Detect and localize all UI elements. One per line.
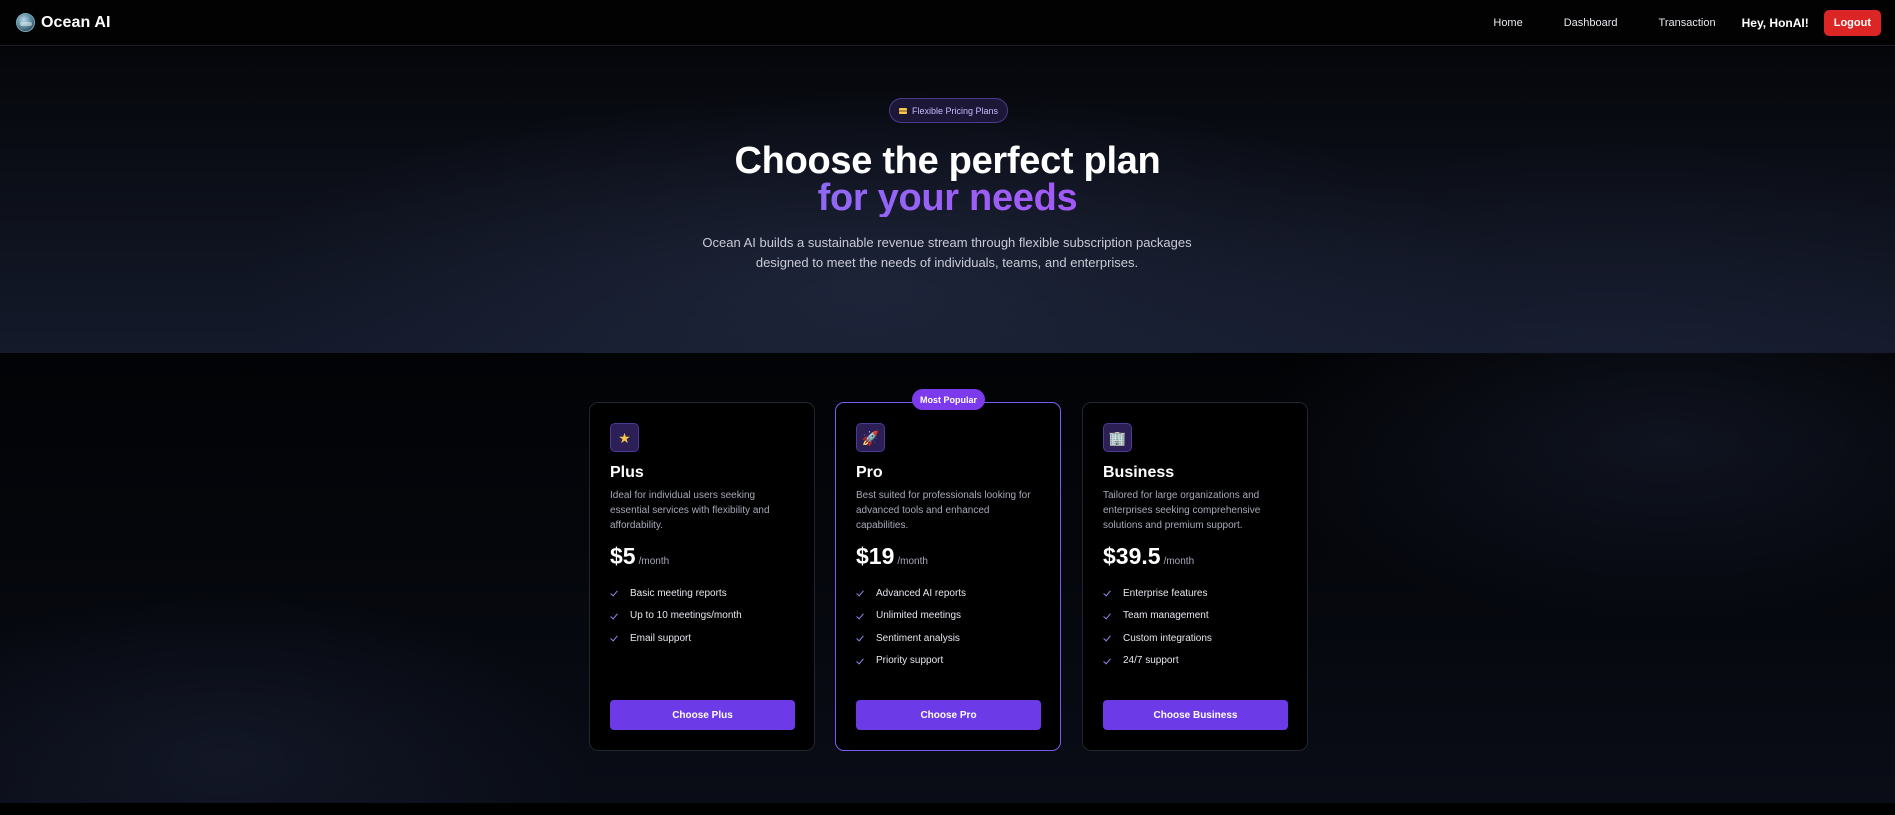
feature-item: Advanced AI reports — [856, 582, 1040, 605]
feature-item: Team management — [1103, 605, 1287, 628]
feature-label: Team management — [1123, 610, 1209, 622]
choose-pro-button[interactable]: Choose Pro — [856, 700, 1041, 730]
pricing-section: ★ Plus Ideal for individual users seekin… — [0, 353, 1895, 803]
hero-title: Choose the perfect plan — [734, 140, 1161, 182]
check-icon — [610, 588, 620, 598]
feature-item: Enterprise features — [1103, 582, 1287, 605]
plan-price: $5 — [610, 543, 636, 569]
feature-item: 24/7 support — [1103, 650, 1287, 673]
plan-card-business: 🏢 Business Tailored for large organizati… — [1082, 402, 1308, 751]
plan-price-row: $5 /month — [610, 543, 794, 570]
office-building-icon: 🏢 — [1103, 423, 1132, 452]
rocket-icon: 🚀 — [856, 423, 885, 452]
feature-label: Enterprise features — [1123, 587, 1208, 599]
most-popular-badge: Most Popular — [912, 389, 985, 410]
feature-label: Sentiment analysis — [876, 632, 960, 644]
nav-link-home[interactable]: Home — [1493, 17, 1522, 29]
page-bottom-strip — [0, 803, 1895, 815]
check-icon — [610, 611, 620, 621]
feature-label: Up to 10 meetings/month — [630, 610, 742, 622]
check-icon — [1103, 588, 1113, 598]
feature-label: Advanced AI reports — [876, 587, 967, 599]
hero-subtitle: Ocean AI builds a sustainable revenue st… — [702, 235, 1192, 270]
credit-card-icon — [898, 107, 907, 114]
feature-item: Custom integrations — [1103, 627, 1287, 650]
nav-menu: Home Dashboard Transaction Hey, HonAI! L… — [1493, 9, 1881, 36]
hero-section: Flexible Pricing Plans Choose the perfec… — [0, 47, 1895, 353]
plan-price: $39.5 — [1103, 543, 1161, 569]
feature-item: Email support — [610, 627, 794, 650]
feature-item: Sentiment analysis — [856, 627, 1040, 650]
plan-description: Tailored for large organizations and ent… — [1103, 490, 1261, 531]
feature-item: Priority support — [856, 650, 1040, 673]
plan-features: Enterprise features Team management Cust… — [1103, 582, 1287, 672]
plan-period: /month — [638, 556, 670, 567]
brand[interactable]: Ocean AI — [16, 13, 111, 32]
check-icon — [610, 633, 620, 643]
plan-name: Pro — [856, 464, 883, 481]
nav-link-dashboard[interactable]: Dashboard — [1564, 17, 1618, 29]
ocean-ai-logo-icon — [16, 13, 35, 32]
feature-label: Email support — [630, 632, 692, 644]
brand-name: Ocean AI — [41, 13, 111, 31]
check-icon — [856, 611, 866, 621]
choose-plus-button[interactable]: Choose Plus — [610, 700, 795, 730]
check-icon — [1103, 633, 1113, 643]
feature-item: Basic meeting reports — [610, 582, 794, 605]
check-icon — [856, 588, 866, 598]
check-icon — [1103, 656, 1113, 666]
feature-item: Unlimited meetings — [856, 605, 1040, 628]
hero-title-accent: for your needs — [0, 179, 1895, 217]
plan-name: Business — [1103, 464, 1175, 481]
feature-label: 24/7 support — [1123, 655, 1179, 667]
feature-label: Priority support — [876, 655, 944, 667]
plan-features: Basic meeting reports Up to 10 meetings/… — [610, 582, 794, 650]
plan-price-row: $19 /month — [856, 543, 1040, 570]
nav-link-transaction[interactable]: Transaction — [1659, 17, 1716, 29]
check-icon — [856, 633, 866, 643]
plan-name: Plus — [610, 464, 644, 481]
feature-label: Unlimited meetings — [876, 610, 962, 622]
check-icon — [856, 656, 866, 666]
plan-period: /month — [897, 556, 928, 567]
top-navbar: Ocean AI Home Dashboard Transaction Hey,… — [0, 0, 1895, 46]
choose-business-button[interactable]: Choose Business — [1103, 700, 1288, 730]
user-greeting: Hey, HonAI! — [1741, 15, 1809, 30]
plan-features: Advanced AI reports Unlimited meetings S… — [856, 582, 1040, 672]
plan-description: Ideal for individual users seeking essen… — [610, 490, 770, 531]
feature-label: Basic meeting reports — [630, 587, 727, 599]
logout-button[interactable]: Logout — [1823, 9, 1881, 36]
plan-price-row: $39.5 /month — [1103, 543, 1287, 570]
pricing-badge: Flexible Pricing Plans — [889, 98, 1008, 123]
plan-price: $19 — [856, 543, 895, 569]
feature-label: Custom integrations — [1123, 632, 1212, 644]
plan-card-plus: ★ Plus Ideal for individual users seekin… — [589, 402, 815, 751]
star-icon: ★ — [610, 423, 639, 452]
pricing-badge-label: Flexible Pricing Plans — [911, 105, 999, 116]
plan-card-pro: 🚀 Pro Best suited for professionals look… — [835, 402, 1061, 751]
plan-period: /month — [1163, 556, 1195, 567]
check-icon — [1103, 611, 1113, 621]
feature-item: Up to 10 meetings/month — [610, 605, 794, 628]
plan-description: Best suited for professionals looking fo… — [856, 490, 1031, 531]
